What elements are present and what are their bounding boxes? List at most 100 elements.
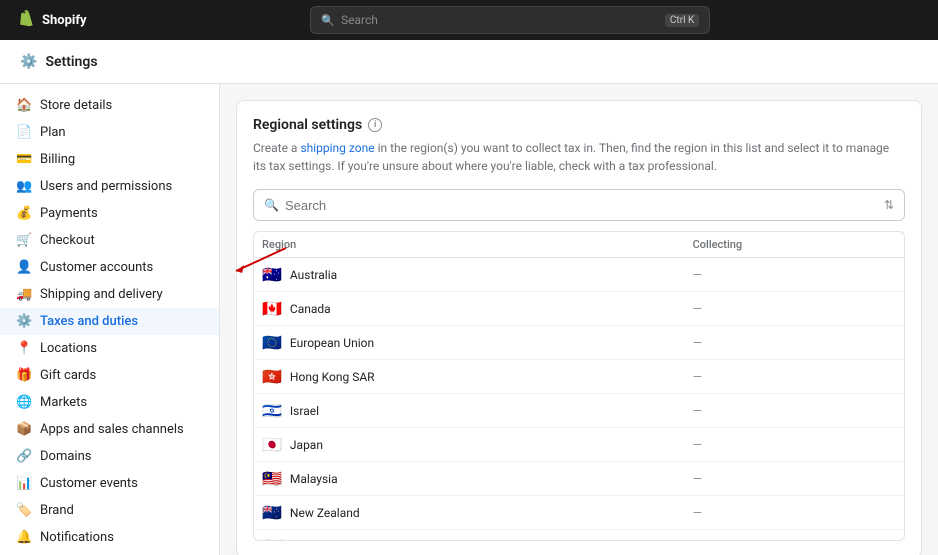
region-name: 🇳🇿 New Zealand bbox=[254, 496, 685, 530]
sidebar-icon-payments: 💰 bbox=[16, 206, 32, 221]
sidebar-item-brand[interactable]: 🏷️ Brand bbox=[0, 497, 219, 524]
search-icon: 🔍 bbox=[321, 14, 335, 27]
sidebar-item-custom-data[interactable]: 🗄️ Custom data bbox=[0, 551, 219, 555]
flag-icon: 🇨🇦 bbox=[262, 299, 282, 318]
info-icon[interactable]: i bbox=[368, 118, 382, 132]
sidebar-item-markets[interactable]: 🌐 Markets bbox=[0, 389, 219, 416]
table-row[interactable]: 🇳🇴 Norway — bbox=[254, 530, 904, 542]
collecting-value: — bbox=[685, 428, 904, 462]
collecting-value: — bbox=[685, 360, 904, 394]
region-name: 🇪🇺 European Union bbox=[254, 326, 685, 360]
sidebar-label-customer-accounts: Customer accounts bbox=[40, 260, 153, 275]
flag-icon: 🇮🇱 bbox=[262, 401, 282, 420]
table-row[interactable]: 🇦🇺 Australia — bbox=[254, 258, 904, 292]
sidebar-item-customer-accounts[interactable]: 👤 Customer accounts bbox=[0, 254, 219, 281]
sidebar-item-apps-sales-channels[interactable]: 📦 Apps and sales channels bbox=[0, 416, 219, 443]
sidebar-label-apps-sales-channels: Apps and sales channels bbox=[40, 422, 184, 437]
sidebar-item-taxes-duties[interactable]: ⚙️ Taxes and duties bbox=[0, 308, 219, 335]
flag-icon: 🇦🇺 bbox=[262, 265, 282, 284]
collecting-value: — bbox=[685, 394, 904, 428]
table-row[interactable]: 🇳🇿 New Zealand — bbox=[254, 496, 904, 530]
card-header: Regional settings i bbox=[253, 117, 905, 133]
region-label: Israel bbox=[290, 404, 319, 418]
table-row[interactable]: 🇲🇾 Malaysia — bbox=[254, 462, 904, 496]
region-label: Malaysia bbox=[290, 472, 338, 486]
sidebar-label-checkout: Checkout bbox=[40, 233, 95, 248]
sidebar-label-payments: Payments bbox=[40, 206, 98, 221]
collecting-value: — bbox=[685, 496, 904, 530]
table-row[interactable]: 🇭🇰 Hong Kong SAR — bbox=[254, 360, 904, 394]
sort-icon[interactable]: ⇅ bbox=[884, 198, 894, 212]
section-title: Regional settings bbox=[253, 117, 362, 133]
region-name: 🇲🇾 Malaysia bbox=[254, 462, 685, 496]
sidebar-icon-domains: 🔗 bbox=[16, 449, 32, 464]
global-search[interactable]: 🔍 Search Ctrl K bbox=[310, 6, 710, 34]
table-row[interactable]: 🇪🇺 European Union — bbox=[254, 326, 904, 360]
region-label: Canada bbox=[290, 302, 331, 316]
sidebar-item-gift-cards[interactable]: 🎁 Gift cards bbox=[0, 362, 219, 389]
sidebar-icon-users-permissions: 👥 bbox=[16, 179, 32, 194]
region-name: 🇨🇦 Canada bbox=[254, 292, 685, 326]
sidebar-icon-shipping-delivery: 🚚 bbox=[16, 287, 32, 302]
sidebar-item-notifications[interactable]: 🔔 Notifications bbox=[0, 524, 219, 551]
sidebar-label-domains: Domains bbox=[40, 449, 91, 464]
gear-icon: ⚙️ bbox=[20, 54, 37, 70]
sidebar-icon-brand: 🏷️ bbox=[16, 503, 32, 518]
table-row[interactable]: 🇯🇵 Japan — bbox=[254, 428, 904, 462]
collecting-value: — bbox=[685, 258, 904, 292]
collecting-value: — bbox=[685, 462, 904, 496]
shopify-title: shopify bbox=[42, 13, 87, 28]
sidebar-icon-markets: 🌐 bbox=[16, 395, 32, 410]
sidebar-label-brand: Brand bbox=[40, 503, 74, 518]
sidebar-label-billing: Billing bbox=[40, 152, 75, 167]
settings-header: ⚙️ Settings bbox=[0, 40, 938, 84]
sidebar-label-shipping-delivery: Shipping and delivery bbox=[40, 287, 163, 302]
region-name: 🇳🇴 Norway bbox=[254, 530, 685, 542]
section-description: Create a shipping zone in the region(s) … bbox=[253, 139, 905, 175]
region-label: New Zealand bbox=[290, 506, 360, 520]
collecting-value: — bbox=[685, 292, 904, 326]
main-content: 🏠 Store details 📄 Plan 💳 Billing 👥 Users… bbox=[0, 84, 938, 555]
table-row[interactable]: 🇨🇦 Canada — bbox=[254, 292, 904, 326]
sidebar-icon-locations: 📍 bbox=[16, 341, 32, 356]
sidebar-item-customer-events[interactable]: 📊 Customer events bbox=[0, 470, 219, 497]
region-name: 🇮🇱 Israel bbox=[254, 394, 685, 428]
flag-icon: 🇳🇿 bbox=[262, 503, 282, 522]
sidebar-label-plan: Plan bbox=[40, 125, 66, 140]
sidebar-item-domains[interactable]: 🔗 Domains bbox=[0, 443, 219, 470]
sidebar-item-billing[interactable]: 💳 Billing bbox=[0, 146, 219, 173]
search-placeholder: Search bbox=[341, 13, 378, 27]
region-label: Australia bbox=[290, 268, 337, 282]
shipping-zone-link[interactable]: shipping zone bbox=[300, 141, 374, 155]
flag-icon: 🇳🇴 bbox=[262, 537, 282, 541]
sidebar-icon-billing: 💳 bbox=[16, 152, 32, 167]
sidebar-icon-gift-cards: 🎁 bbox=[16, 368, 32, 383]
sidebar-item-payments[interactable]: 💰 Payments bbox=[0, 200, 219, 227]
top-navigation: shopify 🔍 Search Ctrl K bbox=[0, 0, 938, 40]
sidebar-icon-customer-accounts: 👤 bbox=[16, 260, 32, 275]
sidebar-label-notifications: Notifications bbox=[40, 530, 114, 545]
sidebar-icon-apps-sales-channels: 📦 bbox=[16, 422, 32, 437]
region-column-header: Region bbox=[254, 232, 685, 258]
collecting-value: — bbox=[685, 530, 904, 542]
region-search-input[interactable] bbox=[285, 198, 878, 213]
table-row[interactable]: 🇮🇱 Israel — bbox=[254, 394, 904, 428]
region-search-bar[interactable]: 🔍 ⇅ bbox=[253, 189, 905, 221]
sidebar-icon-notifications: 🔔 bbox=[16, 530, 32, 545]
sidebar-item-locations[interactable]: 📍 Locations bbox=[0, 335, 219, 362]
shopify-logo: shopify bbox=[16, 10, 87, 30]
sidebar-label-customer-events: Customer events bbox=[40, 476, 138, 491]
region-label: Japan bbox=[290, 438, 323, 452]
collecting-column-header: Collecting bbox=[685, 232, 904, 258]
sidebar-item-store-details[interactable]: 🏠 Store details bbox=[0, 92, 219, 119]
search-shortcut: Ctrl K bbox=[665, 14, 699, 27]
regional-settings-card: Regional settings i Create a shipping zo… bbox=[236, 100, 922, 555]
sidebar-icon-checkout: 🛒 bbox=[16, 233, 32, 248]
region-name: 🇯🇵 Japan bbox=[254, 428, 685, 462]
flag-icon: 🇭🇰 bbox=[262, 367, 282, 386]
sidebar-item-shipping-delivery[interactable]: 🚚 Shipping and delivery bbox=[0, 281, 219, 308]
sidebar-item-checkout[interactable]: 🛒 Checkout bbox=[0, 227, 219, 254]
sidebar-item-users-permissions[interactable]: 👥 Users and permissions bbox=[0, 173, 219, 200]
region-label: Norway bbox=[290, 540, 331, 542]
sidebar-item-plan[interactable]: 📄 Plan bbox=[0, 119, 219, 146]
